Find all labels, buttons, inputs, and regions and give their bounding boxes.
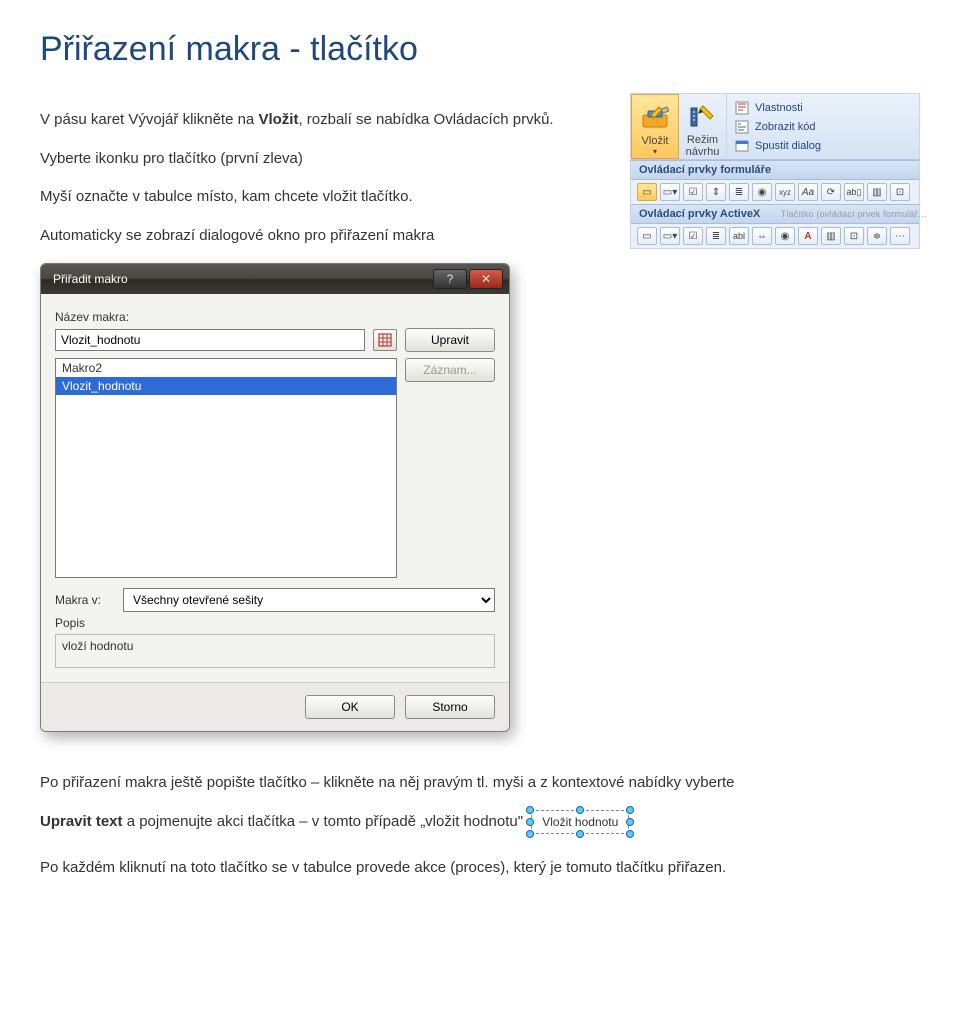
ax-button-icon[interactable]: ▭ <box>637 227 657 245</box>
properties-label: Vlastnosti <box>755 102 803 114</box>
paragraph-5: Po přiřazení makra ještě popište tlačítk… <box>40 772 920 795</box>
tooltip-text: Tlačítko (ovládací prvek formulář… <box>781 209 927 219</box>
ruler-pencil-icon <box>687 100 719 132</box>
ax-scrollbar-icon[interactable]: ⇔ <box>752 227 772 245</box>
paragraph-4: Automaticky se zobrazí dialogové okno pr… <box>40 225 610 248</box>
description-label: Popis <box>55 616 495 630</box>
view-code-label: Zobrazit kód <box>755 121 816 133</box>
macros-in-select[interactable]: Všechny otevřené sešity <box>123 588 495 612</box>
insert-label: Vložit <box>632 135 678 147</box>
collapse-dialog-button[interactable] <box>373 329 397 351</box>
image-control-icon[interactable]: ▥ <box>867 183 887 201</box>
groupbox-icon[interactable]: xyz <box>775 183 795 201</box>
grid-icon <box>378 333 392 347</box>
paragraph-5b: Upravit text a pojmenujte akci tlačítka … <box>40 811 920 834</box>
help-button[interactable]: ? <box>433 269 467 289</box>
text: Po přiřazení makra ještě popište tlačítk… <box>40 774 735 791</box>
option-control-icon[interactable]: ◉ <box>752 183 772 201</box>
ax-textbox-icon[interactable]: abl <box>729 227 749 245</box>
toggle-control-icon[interactable]: ⊡ <box>890 183 910 201</box>
ok-button[interactable]: OK <box>305 695 395 719</box>
scrollbar-control-icon[interactable]: ⟳ <box>821 183 841 201</box>
view-code-link[interactable]: Zobrazit kód <box>735 117 911 136</box>
macro-listbox[interactable]: Makro2 Vlozit_hodnotu <box>55 358 397 578</box>
ax-toggle-icon[interactable]: ⊡ <box>844 227 864 245</box>
text-bold: Vložit <box>258 111 298 128</box>
question-icon: ? <box>447 272 454 286</box>
record-macro-button[interactable]: Záznam... <box>405 358 495 382</box>
paragraph-1: V pásu karet Vývojář klikněte na Vložit,… <box>40 109 610 132</box>
close-button[interactable]: ✕ <box>469 269 503 289</box>
textfield-icon[interactable]: ab▯ <box>844 183 864 201</box>
ax-spin-icon[interactable]: ≑ <box>867 227 887 245</box>
code-icon <box>735 120 749 134</box>
insert-button[interactable]: Vložit ▾ <box>631 94 679 159</box>
list-item[interactable]: Vlozit_hodnotu <box>56 377 396 395</box>
paragraph-6: Po každém kliknutí na toto tlačítko se v… <box>40 857 920 880</box>
properties-icon <box>735 101 749 115</box>
ax-combo-icon[interactable]: ▭▾ <box>660 227 680 245</box>
listbox-control-icon[interactable]: ≣ <box>729 183 749 201</box>
form-controls-header: Ovládací prvky formuláře <box>631 160 919 180</box>
text: a pojmenujte akci tlačítka – v tomto pří… <box>123 813 524 830</box>
text-bold: Upravit text <box>40 813 123 830</box>
assign-macro-dialog: Přiřadit makro ? ✕ Název makra: <box>40 263 510 732</box>
checkbox-control-icon[interactable]: ☑ <box>683 183 703 201</box>
button-control-icon[interactable]: ▭ <box>637 183 657 201</box>
spinner-control-icon[interactable]: ⇕ <box>706 183 726 201</box>
ax-image-icon[interactable]: ▥ <box>821 227 841 245</box>
edit-macro-button[interactable]: Upravit <box>405 328 495 352</box>
run-dialog-link[interactable]: Spustit dialog <box>735 136 911 155</box>
activex-controls-row: ▭ ▭▾ ☑ ≣ abl ⇔ ◉ A ▥ ⊡ ≑ ⋯ <box>631 224 919 248</box>
macro-name-label: Název makra: <box>55 310 495 324</box>
properties-link[interactable]: Vlastnosti <box>735 98 911 117</box>
toolbox-icon <box>639 101 671 133</box>
macros-in-label: Makra v: <box>55 593 115 607</box>
combo-control-icon[interactable]: ▭▾ <box>660 183 680 201</box>
page-title: Přiřazení makra - tlačítko <box>40 30 920 69</box>
description-box: vloží hodnotu <box>55 634 495 668</box>
close-icon: ✕ <box>481 272 491 286</box>
design-mode-button[interactable]: Režim návrhu <box>679 94 727 159</box>
ax-checkbox-icon[interactable]: ☑ <box>683 227 703 245</box>
dialog-title: Přiřadit makro <box>53 272 128 286</box>
cancel-button[interactable]: Storno <box>405 695 495 719</box>
dialog-icon <box>735 139 749 153</box>
paragraph-2: Vyberte ikonku pro tlačítko (první zleva… <box>40 148 610 171</box>
button-edit-graphic: Vložit hodnotu <box>531 811 629 834</box>
label-control-icon[interactable]: Aa <box>798 183 818 201</box>
design-label: Režim návrhu <box>679 134 726 158</box>
text: , rozbalí se nabídka Ovládacích prvků. <box>298 111 553 128</box>
ribbon-screenshot: Vložit ▾ Režim návrhu <box>630 93 920 249</box>
form-controls-row: ▭ ▭▾ ☑ ⇕ ≣ ◉ xyz Aa ⟳ ab▯ ▥ ⊡ <box>631 180 919 204</box>
ax-option-icon[interactable]: ◉ <box>775 227 795 245</box>
ax-more-icon[interactable]: ⋯ <box>890 227 910 245</box>
dialog-titlebar: Přiřadit makro ? ✕ <box>41 264 509 294</box>
list-item[interactable]: Makro2 <box>56 359 396 377</box>
ax-label-icon[interactable]: A <box>798 227 818 245</box>
paragraph-3: Myší označte v tabulce místo, kam chcete… <box>40 186 610 209</box>
macro-name-input[interactable] <box>55 329 365 351</box>
text: V pásu karet Vývojář klikněte na <box>40 111 258 128</box>
ax-listbox-icon[interactable]: ≣ <box>706 227 726 245</box>
run-dialog-label: Spustit dialog <box>755 140 821 152</box>
